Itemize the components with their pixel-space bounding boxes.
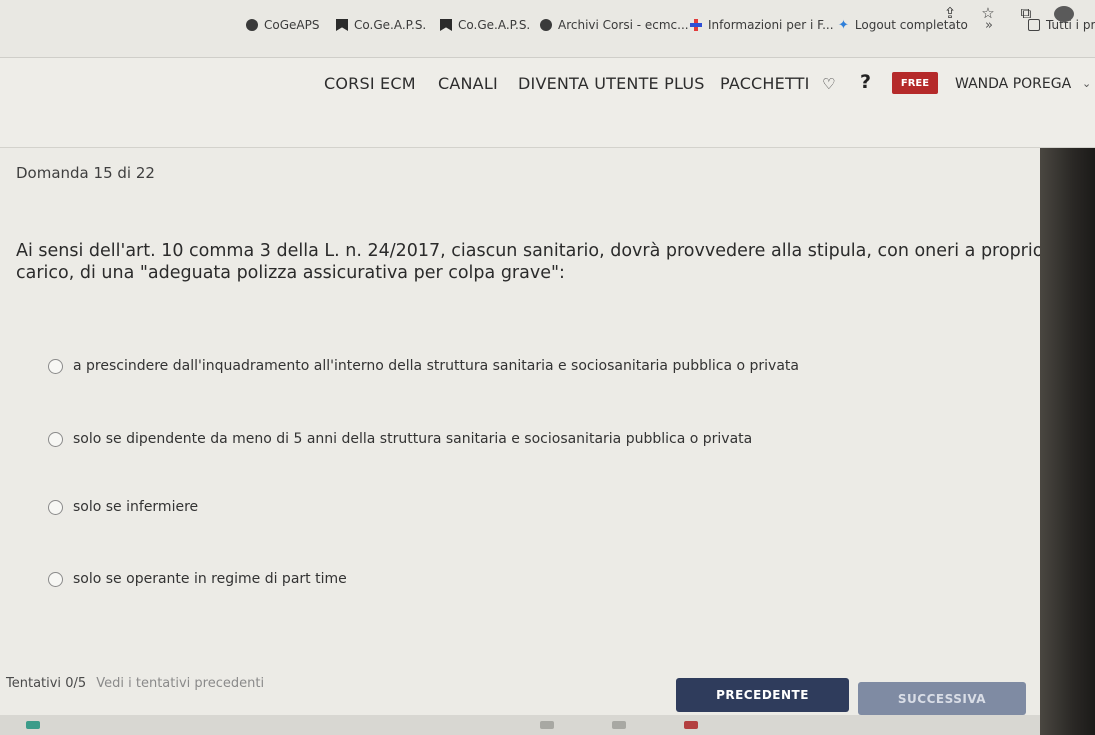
free-badge: FREE xyxy=(892,72,938,94)
chevron-down-icon[interactable]: ⌄ xyxy=(1082,77,1091,90)
bookmark-icon xyxy=(336,19,348,31)
radio-button[interactable] xyxy=(48,571,63,587)
answer-option-4[interactable]: solo se operante in regime di part time xyxy=(48,571,347,587)
bookmark-label: Co.Ge.A.P.S. xyxy=(458,18,531,32)
taskbar xyxy=(0,715,1040,735)
previous-button[interactable]: PRECEDENTE xyxy=(676,678,849,712)
user-menu[interactable]: WANDA POREGA xyxy=(955,76,1071,92)
attempts-label: Tentativi xyxy=(6,676,62,691)
app-icon[interactable] xyxy=(26,721,40,729)
next-button[interactable]: SUCCESSIVA xyxy=(858,682,1026,715)
bookmark-label: Co.Ge.A.P.S. xyxy=(354,18,427,32)
quiz-panel: Domanda 15 di 22 Ai sensi dell'art. 10 c… xyxy=(0,148,1043,708)
help-button[interactable]: ? xyxy=(860,71,871,93)
profile-avatar[interactable] xyxy=(1054,4,1074,26)
globe-icon xyxy=(246,19,258,31)
question-text: Ai sensi dell'art. 10 comma 3 della L. n… xyxy=(16,241,1044,283)
attempts-info: Tentativi 0/5 Vedi i tentativi precedent… xyxy=(6,676,264,691)
app-icon[interactable] xyxy=(540,721,554,729)
bookmark-icon xyxy=(440,19,452,31)
bookmark-cogeaps-1[interactable]: Co.Ge.A.P.S. xyxy=(336,10,426,40)
cross-icon xyxy=(690,19,702,31)
answer-label: solo se operante in regime di part time xyxy=(73,571,347,587)
extensions-icon[interactable]: ⧉ xyxy=(1016,4,1036,26)
heart-icon[interactable]: ♡ xyxy=(822,75,835,93)
nav-pacchetti[interactable]: PACCHETTI xyxy=(720,74,810,93)
app-icon[interactable] xyxy=(612,721,626,729)
nav-corsi-ecm[interactable]: CORSI ECM xyxy=(324,74,416,93)
radio-button[interactable] xyxy=(48,499,63,515)
nav-diventa-utente-plus[interactable]: DIVENTA UTENTE PLUS xyxy=(518,74,705,93)
star-icon[interactable]: ☆ xyxy=(978,4,998,26)
answer-option-1[interactable]: a prescindere dall'inquadramento all'int… xyxy=(48,358,799,374)
answer-label: solo se infermiere xyxy=(73,499,199,515)
answer-label: a prescindere dall'inquadramento all'int… xyxy=(73,358,799,374)
browser-toolbar-icons: ⇪ ☆ ⧉ xyxy=(940,4,1074,26)
question-counter: Domanda 15 di 22 xyxy=(16,164,155,182)
bookmark-cogeaps-2[interactable]: Co.Ge.A.P.S. xyxy=(440,10,530,40)
attempts-value: 0/5 xyxy=(65,676,87,691)
previous-attempts-link[interactable]: Vedi i tentativi precedenti xyxy=(96,676,264,691)
app-icon[interactable] xyxy=(684,721,698,729)
bookmark-informazioni[interactable]: Informazioni per i F... xyxy=(690,10,834,40)
radio-button[interactable] xyxy=(48,358,63,374)
globe-icon xyxy=(540,19,552,31)
answer-option-2[interactable]: solo se dipendente da meno di 5 anni del… xyxy=(48,431,752,447)
nav-canali[interactable]: CANALI xyxy=(438,74,498,93)
answer-option-3[interactable]: solo se infermiere xyxy=(48,499,198,515)
radio-button[interactable] xyxy=(48,431,63,447)
bookmark-label: Informazioni per i F... xyxy=(708,18,834,32)
answer-label: solo se dipendente da meno di 5 anni del… xyxy=(73,431,753,447)
bookmarks-bar: CoGeAPS Co.Ge.A.P.S. Co.Ge.A.P.S. Archiv… xyxy=(0,0,1095,58)
cast-icon[interactable]: ⇪ xyxy=(940,4,960,26)
site-navigation: CORSI ECM CANALI DIVENTA UTENTE PLUS PAC… xyxy=(0,58,1095,148)
bookmark-label: Archivi Corsi - ecmc... xyxy=(558,18,689,32)
bookmark-archivi-corsi[interactable]: Archivi Corsi - ecmc... xyxy=(540,10,689,40)
bookmark-label: CoGeAPS xyxy=(264,18,320,32)
bookmark-cogeaps[interactable]: CoGeAPS xyxy=(246,10,319,40)
spark-icon: ✦ xyxy=(838,17,849,33)
background-edge xyxy=(1040,148,1095,735)
